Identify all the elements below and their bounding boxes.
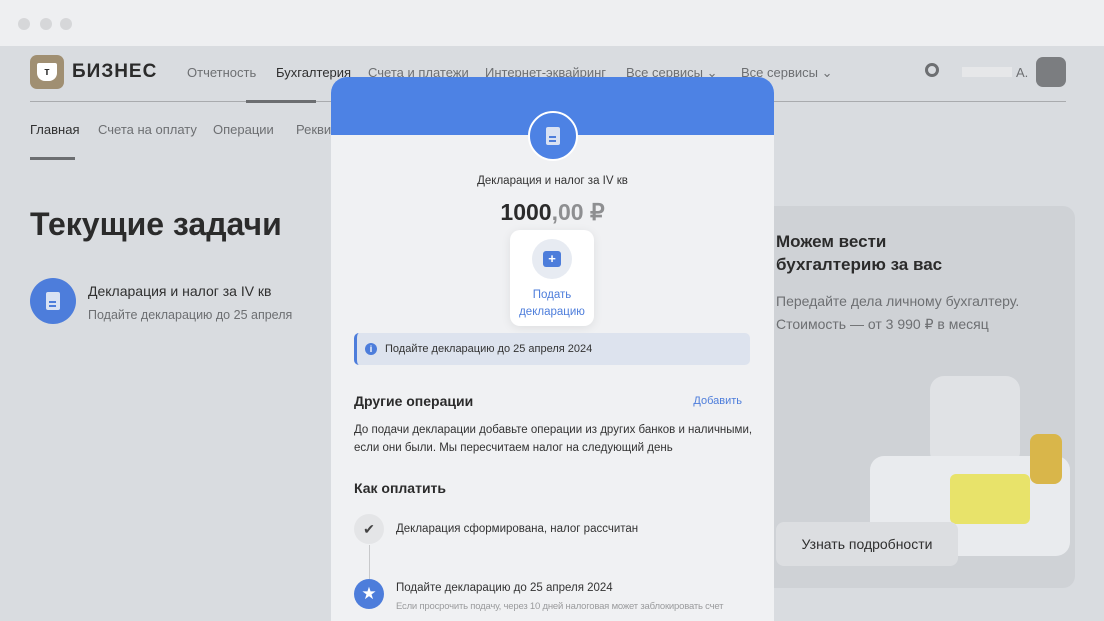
minimize-window-button[interactable]	[40, 18, 52, 30]
amount-integer: 1000	[500, 199, 552, 225]
modal-title: Декларация и налог за IV кв	[477, 175, 628, 187]
calculator-screen	[950, 474, 1030, 524]
other-operations-text: До подачи декларации добавьте операции и…	[354, 424, 753, 454]
logo[interactable]: т	[30, 55, 64, 89]
step-connector	[369, 545, 370, 579]
amount-decimal: ,00 ₽	[551, 199, 605, 225]
task-title[interactable]: Декларация и налог за IV кв	[88, 283, 272, 299]
close-window-button[interactable]	[18, 18, 30, 30]
document-icon	[30, 278, 76, 324]
submit-declaration-button[interactable]: + Подать декларацию	[510, 230, 594, 326]
step-1-title: Декларация сформирована, налог рассчитан	[396, 523, 639, 535]
check-icon: ✔	[354, 514, 384, 544]
subnav-active-underline	[30, 157, 75, 160]
user-name-blurred	[962, 67, 1012, 77]
other-operations-title: Другие операции	[354, 393, 474, 409]
task-subtitle: Подайте декларацию до 25 апреля	[88, 308, 293, 322]
page: т БИЗНЕС Отчетность Бухгалтерия Счета и …	[0, 46, 1104, 621]
nav-active-underline	[246, 100, 316, 103]
search-icon[interactable]	[925, 63, 939, 77]
coins-icon	[1030, 434, 1062, 484]
company-avatar[interactable]	[1036, 57, 1066, 87]
subnav-home[interactable]: Главная	[30, 122, 79, 137]
step-2-subtitle: Если просрочить подачу, через 10 дней на…	[396, 601, 724, 612]
how-to-pay-title: Как оплатить	[354, 480, 447, 496]
subnav-operations[interactable]: Операции	[213, 122, 274, 137]
logo-letter: т	[37, 63, 57, 81]
star-icon: ★	[354, 579, 384, 609]
maximize-window-button[interactable]	[60, 18, 72, 30]
document-icon	[528, 111, 578, 161]
step-2-title: Подайте декларацию до 25 апреля 2024	[396, 582, 613, 594]
promo-card: Можем вести бухгалтерию за вас Передайте…	[760, 206, 1075, 588]
learn-more-button[interactable]: Узнать подробности	[776, 522, 958, 566]
add-operation-link[interactable]: Добавить	[693, 395, 742, 407]
user-initial: А.	[1016, 65, 1029, 80]
page-title: Текущие задачи	[30, 206, 282, 242]
info-banner: i Подайте декларацию до 25 апреля 2024	[354, 333, 750, 365]
amount: 1000,00 ₽	[331, 199, 774, 226]
nav-reporting[interactable]: Отчетность	[187, 65, 256, 80]
brand-name: БИЗНЕС	[72, 61, 158, 82]
window-titlebar	[0, 0, 1104, 46]
submit-declaration-label: Подать декларацию	[519, 289, 585, 318]
chevron-down-icon: ⌄	[821, 65, 833, 80]
add-document-icon: +	[532, 239, 572, 279]
subnav-invoices[interactable]: Счета на оплату	[98, 122, 197, 137]
info-text: Подайте декларацию до 25 апреля 2024	[385, 343, 593, 355]
info-icon: i	[365, 343, 377, 355]
promo-text: Передайте дела личному бухгалтеру. Стоим…	[776, 293, 1020, 332]
subnav-requisites[interactable]: Рекви	[296, 122, 331, 137]
promo-title: Можем вести бухгалтерию за вас	[776, 232, 943, 274]
illustration-icon	[930, 376, 1020, 466]
declaration-modal: Декларация и налог за IV кв 1000,00 ₽ + …	[331, 77, 774, 621]
